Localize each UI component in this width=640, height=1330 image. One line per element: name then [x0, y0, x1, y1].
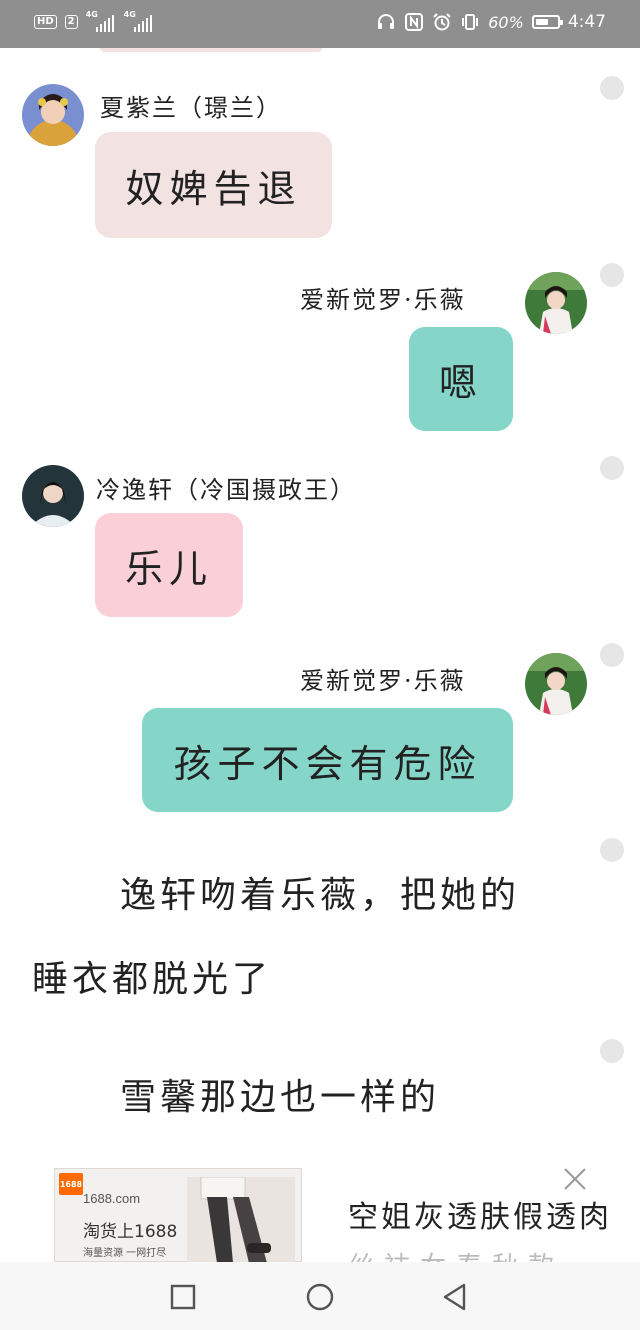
select-dot[interactable]	[600, 263, 624, 287]
select-dot[interactable]	[600, 456, 624, 480]
message-bubble[interactable]: 嗯	[409, 327, 513, 431]
select-dot[interactable]	[600, 76, 624, 100]
ad-subtitle: 海量资源 一网打尽	[83, 1248, 167, 1259]
ad-close-icon[interactable]	[562, 1166, 588, 1192]
avatar-portrait-icon	[22, 84, 84, 146]
ad-title[interactable]: 空姐灰透肤假透肉	[348, 1192, 612, 1236]
avatar-portrait-icon	[22, 465, 84, 527]
battery-percent: 60%	[488, 12, 524, 32]
previous-bubble-edge	[100, 48, 322, 52]
message-bubble[interactable]: 孩子不会有危险	[142, 708, 513, 812]
sender-name: 夏紫兰（璟兰）	[100, 94, 282, 122]
status-bar: HD 2 4G 4G 60% 4:47	[0, 0, 640, 48]
avatar-aixinjueluo-lewei[interactable]	[525, 272, 587, 334]
sender-name: 冷逸轩（冷国摄政王）	[96, 476, 356, 504]
ad-site: 1688.com	[83, 1191, 141, 1206]
select-dot[interactable]	[600, 643, 624, 667]
hd-badge: HD	[34, 15, 57, 29]
select-dot[interactable]	[600, 1039, 624, 1063]
avatar-leng-yixuan[interactable]	[22, 465, 84, 527]
back-triangle-icon[interactable]	[440, 1282, 470, 1312]
message-bubble[interactable]: 奴婢告退	[95, 132, 332, 238]
sender-name: 爱新觉罗·乐薇	[300, 667, 466, 695]
ad-logo: 1688	[59, 1173, 83, 1195]
advertisement[interactable]: 1688 1688.com 淘货上1688 海量资源 一网打尽 空姐灰透肤假透肉…	[54, 1168, 640, 1262]
signal-icon-sim2: 4G	[124, 10, 154, 32]
battery-icon	[531, 15, 563, 29]
ad-slogan: 淘货上1688	[83, 1222, 178, 1242]
battery-fill	[535, 19, 548, 25]
narration-line: 逸轩吻着乐薇，把她的	[120, 875, 521, 916]
avatar-portrait-icon	[525, 272, 587, 334]
screen: HD 2 4G 4G 60% 4:47 夏紫兰（璟兰） 奴婢告退 爱新觉罗·乐薇…	[0, 0, 640, 1330]
narration-line: 雪馨那边也一样的	[120, 1077, 441, 1118]
ad-image[interactable]: 1688 1688.com 淘货上1688 海量资源 一网打尽	[54, 1168, 302, 1262]
ad-product-photo	[187, 1177, 295, 1262]
avatar-portrait-icon	[525, 653, 587, 715]
status-left: HD 2 4G 4G	[34, 10, 154, 32]
ad-title-secondary[interactable]: 丝袜女春秋款	[348, 1246, 564, 1262]
select-dot[interactable]	[600, 838, 624, 862]
sim-index-badge: 2	[64, 15, 78, 29]
signal-icon-sim1: 4G	[86, 10, 116, 32]
sender-name: 爱新觉罗·乐薇	[300, 286, 466, 314]
vibrate-icon	[462, 14, 479, 30]
navigation-bar	[0, 1262, 640, 1330]
narration-line: 睡衣都脱光了	[32, 959, 273, 1000]
nfc-icon	[405, 13, 424, 31]
clock: 4:47	[567, 12, 606, 32]
alarm-icon	[433, 13, 451, 31]
recent-apps-square-icon[interactable]	[168, 1282, 198, 1312]
message-bubble[interactable]: 乐儿	[95, 513, 243, 617]
headphones-icon	[378, 14, 395, 29]
home-circle-icon[interactable]	[305, 1282, 335, 1312]
avatar-aixinjueluo-lewei[interactable]	[525, 653, 587, 715]
status-right: 60% 4:47	[376, 12, 606, 32]
avatar-xia-zilan[interactable]	[22, 84, 84, 146]
